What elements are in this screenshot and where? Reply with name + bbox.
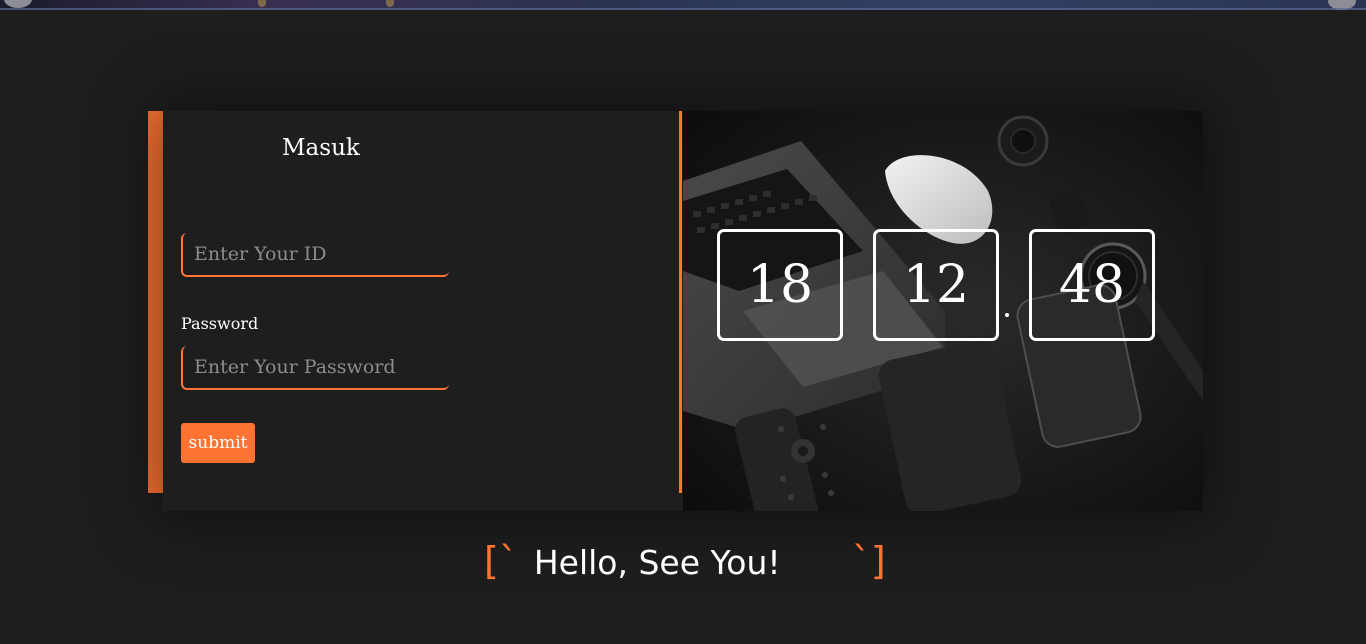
clock-seconds: 48 (1029, 229, 1155, 341)
password-label: Password (181, 314, 259, 333)
background-strip (0, 0, 1366, 10)
greeting-text: Hello, See You! (533, 543, 781, 582)
panel-divider (679, 111, 682, 493)
strip-line (0, 8, 1366, 10)
form-title: Masuk (282, 135, 360, 161)
clock-hours: 18 (717, 229, 843, 341)
greeting-close-bracket: `] (851, 539, 886, 583)
id-field[interactable] (181, 233, 449, 277)
login-form: Masuk Password submit (163, 111, 683, 511)
strip-ornament (258, 0, 266, 7)
password-field[interactable] (181, 346, 449, 390)
greeting-open-bracket: [` (484, 539, 518, 583)
clock-minutes: 12 (873, 229, 999, 341)
submit-button[interactable]: submit (181, 423, 255, 463)
browser-avatar-icon (4, 0, 32, 8)
desk-photo: 18 12 48 (683, 111, 1203, 511)
greeting-banner: [` Hello, See You! `] (484, 538, 886, 584)
strip-ornament (386, 0, 394, 7)
login-card: Masuk Password submit (163, 111, 1203, 511)
id-input[interactable] (183, 233, 449, 275)
password-input[interactable] (183, 346, 449, 388)
